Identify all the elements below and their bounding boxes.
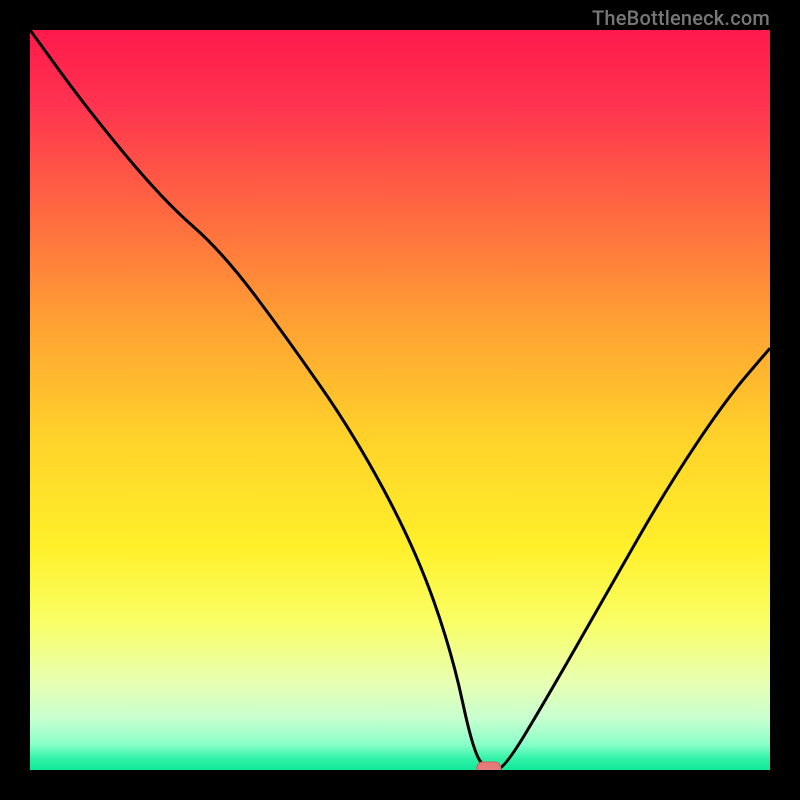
plot-area [30, 30, 770, 770]
chart-frame: TheBottleneck.com [0, 0, 800, 800]
chart-svg [30, 30, 770, 770]
attribution-label: TheBottleneck.com [592, 6, 770, 30]
optimal-marker [477, 762, 501, 770]
gradient-background [30, 30, 770, 770]
